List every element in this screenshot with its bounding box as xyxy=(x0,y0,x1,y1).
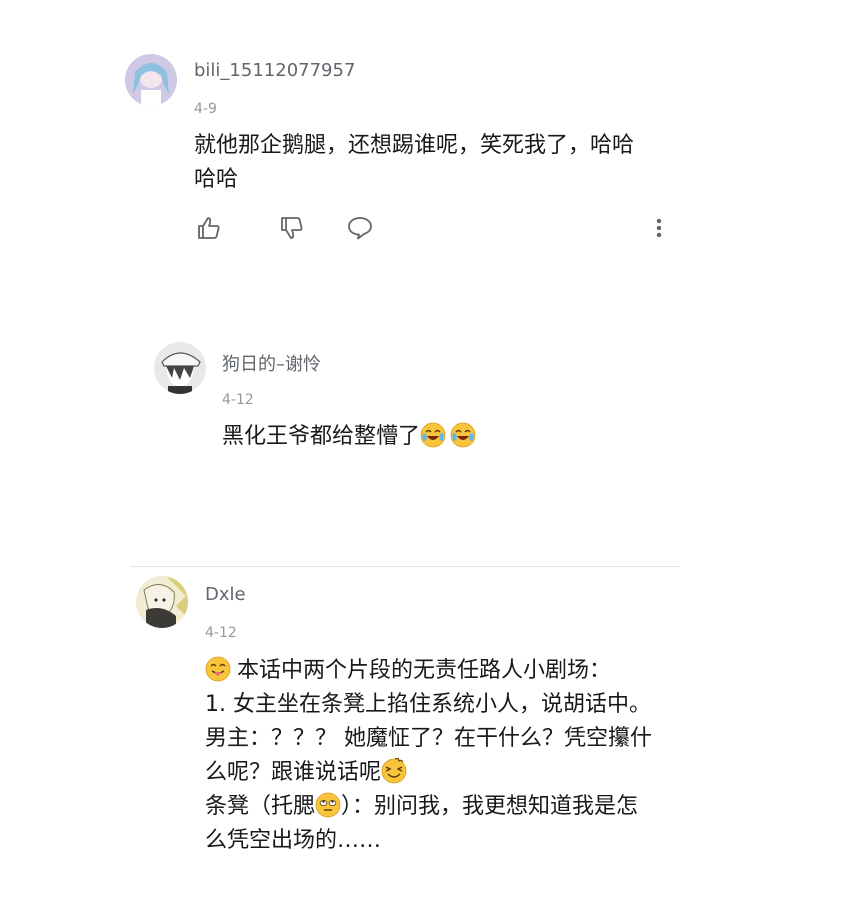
comment-line: 男主：？？？ 她魔怔了？在干什么？凭空攥什 xyxy=(205,726,652,751)
reply-button[interactable] xyxy=(342,210,378,246)
comment-username[interactable]: bili_15112077957 xyxy=(194,60,355,81)
speech-bubble-icon xyxy=(348,217,372,240)
tongue-out-emoji xyxy=(205,656,231,682)
avatar-image xyxy=(154,342,206,394)
avatar[interactable] xyxy=(136,576,188,628)
comment-line: 哈哈 xyxy=(194,167,239,192)
comment-username[interactable]: Dxle xyxy=(205,584,246,605)
comment-date: 4-12 xyxy=(205,625,237,641)
crying-laughing-emoji xyxy=(420,422,446,448)
comment-text: 黑化王爷都给整懵了 xyxy=(222,420,702,454)
comment-date: 4-9 xyxy=(194,101,217,117)
comment-text: 本话中两个片段的无责任路人小剧场： 1. 女主坐在条凳上掐住系统小人，说胡话中。… xyxy=(205,654,725,858)
comment-line: 1. 女主坐在条凳上掐住系统小人，说胡话中。 xyxy=(205,692,651,717)
comment-line: ）：别问我，我更想知道我是怎 xyxy=(341,794,639,819)
comment-line: 么凭空出场的…… xyxy=(205,828,382,853)
comment-line: 黑化王爷都给整懵了 xyxy=(222,424,421,449)
comment-username[interactable]: 狗日的–谢怜 xyxy=(222,350,321,376)
avatar[interactable] xyxy=(154,342,206,394)
avatar-image xyxy=(125,54,177,106)
thumbs-down-icon xyxy=(281,217,303,239)
comment-date: 4-12 xyxy=(222,392,254,408)
more-options-button[interactable] xyxy=(641,210,677,246)
vertical-dots-icon xyxy=(656,218,662,238)
comment-line: 么呢？跟谁说话呢 xyxy=(205,760,382,785)
dizzy-emoji xyxy=(381,758,407,784)
dislike-button[interactable] xyxy=(274,210,310,246)
avatar[interactable] xyxy=(125,54,177,106)
crying-laughing-emoji xyxy=(450,422,476,448)
eye-roll-emoji xyxy=(315,792,341,818)
thumbs-up-icon xyxy=(198,217,220,239)
comment-text: 就他那企鹅腿，还想踢谁呢，笑死我了，哈哈 哈哈 xyxy=(194,129,714,197)
avatar-image xyxy=(136,576,188,628)
like-button[interactable] xyxy=(191,210,227,246)
divider xyxy=(130,566,680,567)
comment-line: 就他那企鹅腿，还想踢谁呢，笑死我了，哈哈 xyxy=(194,133,635,158)
comment-line: 条凳（托腮 xyxy=(205,794,316,819)
comment-line: 本话中两个片段的无责任路人小剧场： xyxy=(237,658,612,683)
